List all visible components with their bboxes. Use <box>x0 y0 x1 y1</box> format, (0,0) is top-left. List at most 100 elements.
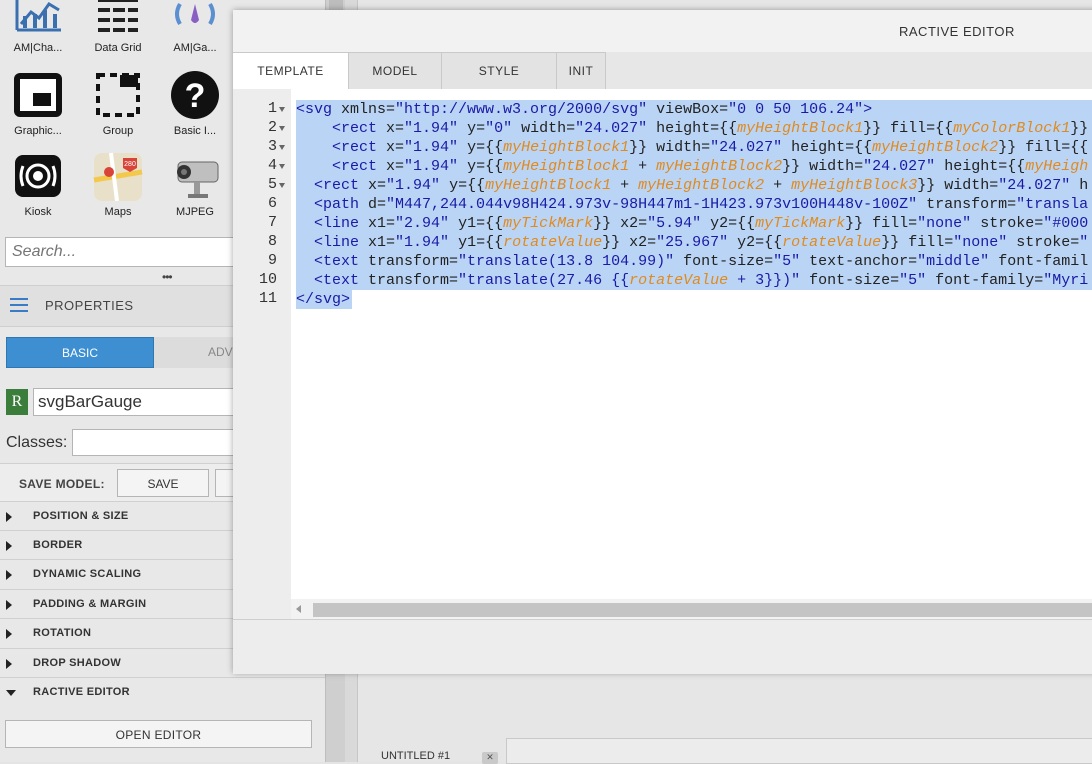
line-number: 4 <box>267 157 277 174</box>
section-label: PADDING & MARGIN <box>33 598 147 610</box>
save-button[interactable]: SAVE <box>117 469 209 497</box>
group-icon <box>91 69 145 123</box>
widget-am-chart[interactable]: AM|Cha... <box>3 0 73 54</box>
editor-tabs: TEMPLATE MODEL STYLE INIT <box>233 52 1092 89</box>
help-icon: ? <box>168 69 222 123</box>
section-label: ROTATION <box>33 627 92 639</box>
widget-maps[interactable]: 280 Maps <box>83 150 153 218</box>
line-chart-icon <box>11 0 65 40</box>
properties-title: PROPERTIES <box>45 298 134 313</box>
scrollbar-thumb[interactable] <box>313 603 1092 617</box>
widget-group[interactable]: Group <box>83 69 153 137</box>
fold-icon[interactable] <box>279 126 285 131</box>
component-name-field[interactable]: svgBarGauge <box>33 388 253 416</box>
widget-data-grid[interactable]: Data Grid <box>83 0 153 54</box>
widget-mjpeg[interactable]: MJPEG <box>160 150 230 218</box>
widget-label: Graphic... <box>14 125 62 137</box>
scroll-left-icon[interactable] <box>296 605 301 613</box>
line-number: 2 <box>267 119 277 136</box>
code-line: <rect x="1.94" y={{myHeightBlock1 + myHe… <box>314 177 1089 194</box>
fold-icon[interactable] <box>279 183 285 188</box>
caret-right-icon <box>6 512 12 522</box>
kiosk-icon <box>11 150 65 204</box>
line-number: 1 <box>267 100 277 117</box>
line-number: 5 <box>267 176 277 193</box>
widget-am-gauge[interactable]: AM|Ga... <box>160 0 230 54</box>
code-line: <rect x="1.94" y={{myHeightBlock1}} widt… <box>332 139 1089 156</box>
line-number: 7 <box>267 214 277 231</box>
widget-label: AM|Ga... <box>173 42 217 54</box>
caret-right-icon <box>6 600 12 610</box>
section-label: BORDER <box>33 539 83 551</box>
data-grid-icon <box>91 0 145 40</box>
search-input[interactable] <box>5 237 245 267</box>
section-label: DYNAMIC SCALING <box>33 568 142 580</box>
component-icon: R <box>6 389 28 415</box>
camera-icon <box>168 150 222 204</box>
line-number: 9 <box>267 252 277 269</box>
code-line: <text transform="translate(13.8 104.99)"… <box>314 253 1089 270</box>
tab-model[interactable]: MODEL <box>349 52 442 89</box>
section-label: POSITION & SIZE <box>33 510 129 522</box>
widget-label: AM|Cha... <box>13 42 63 54</box>
section-label: RACTIVE EDITOR <box>33 686 130 698</box>
close-icon[interactable]: ✕ <box>482 752 498 764</box>
widget-label: Kiosk <box>24 206 52 218</box>
widget-kiosk[interactable]: Kiosk <box>3 150 73 218</box>
code-area[interactable]: <svg xmlns="http://www.w3.org/2000/svg" … <box>291 89 1092 599</box>
map-icon: 280 <box>91 150 145 204</box>
caret-right-icon <box>6 629 12 639</box>
open-editor-button[interactable]: OPEN EDITOR <box>5 720 312 748</box>
horizontal-scrollbar[interactable] <box>291 599 1092 619</box>
caret-down-icon <box>6 690 16 696</box>
widget-graphic[interactable]: Graphic... <box>3 69 73 137</box>
widget-label: Maps <box>104 206 132 218</box>
code-line: <svg xmlns="http://www.w3.org/2000/svg" … <box>296 101 873 118</box>
code-editor[interactable]: 1 2 3 4 5 6 7 8 9 10 11 <svg xmlns="http://www.w3.… <box>233 89 1092 619</box>
save-model-label: SAVE MODEL: <box>19 477 105 491</box>
widget-label: Basic I... <box>173 125 217 137</box>
code-line: </svg> <box>296 291 351 308</box>
caret-right-icon <box>6 541 12 551</box>
fold-icon[interactable] <box>279 164 285 169</box>
code-line: <line x1="1.94" y1={{rotateValue}} x2="2… <box>314 234 1089 251</box>
tab-basic[interactable]: BASIC <box>6 337 154 368</box>
fold-icon[interactable] <box>279 107 285 112</box>
line-gutter: 1 2 3 4 5 6 7 8 9 10 11 <box>233 89 291 619</box>
widget-label: MJPEG <box>176 206 214 218</box>
fold-icon[interactable] <box>279 145 285 150</box>
code-line: <line x1="2.94" y1={{myTickMark}} x2="5.… <box>314 215 1089 232</box>
widget-basic-info[interactable]: ? Basic I... <box>160 69 230 137</box>
ractive-editor-modal: RACTIVE EDITOR TEMPLATE MODEL STYLE INIT… <box>233 10 1092 674</box>
line-number: 3 <box>267 138 277 155</box>
section-ractive-editor[interactable]: RACTIVE EDITOR <box>0 677 325 707</box>
widget-label: Group <box>102 125 134 137</box>
svg-text:?: ? <box>185 77 206 115</box>
modal-title: RACTIVE EDITOR <box>899 24 1015 39</box>
modal-titlebar[interactable]: RACTIVE EDITOR <box>233 10 1092 52</box>
menu-icon[interactable] <box>10 298 28 316</box>
caret-right-icon <box>6 659 12 669</box>
code-line: <path d="M447,244.044v98H424.973v-98H447… <box>314 196 1089 213</box>
svg-text:280: 280 <box>124 161 136 168</box>
code-line: <rect x="1.94" y={{myHeightBlock1 + myHe… <box>332 158 1089 175</box>
line-number: 10 <box>258 271 277 288</box>
widget-label: Data Grid <box>94 42 142 54</box>
tab-template[interactable]: TEMPLATE <box>233 52 349 89</box>
tab-init[interactable]: INIT <box>557 52 606 89</box>
section-label: DROP SHADOW <box>33 657 122 669</box>
caret-right-icon <box>6 570 12 580</box>
line-number: 11 <box>258 290 277 307</box>
tab-style[interactable]: STYLE <box>442 52 557 89</box>
line-number: 6 <box>267 195 277 212</box>
tab-untitled[interactable]: UNTITLED #1 <box>381 750 450 762</box>
line-number: 8 <box>267 233 277 250</box>
resize-handle[interactable]: ••• <box>162 270 173 284</box>
modal-footer <box>233 619 1092 674</box>
classes-label: Classes: <box>6 434 68 451</box>
canvas-tab-bar <box>506 738 1092 764</box>
code-line: <text transform="translate(27.46 {{rotat… <box>314 272 1089 289</box>
gauge-icon <box>168 0 222 40</box>
graphic-frame-icon <box>11 69 65 123</box>
code-line: <rect x="1.94" y="0" width="24.027" heig… <box>332 120 1089 137</box>
